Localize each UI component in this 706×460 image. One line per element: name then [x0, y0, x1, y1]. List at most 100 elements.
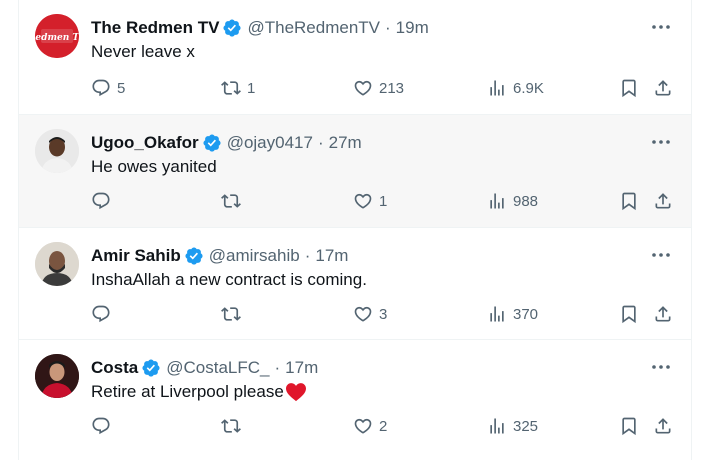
retweet-button[interactable] [221, 302, 247, 326]
avatar[interactable]: Redmen TV [35, 14, 79, 58]
tweet-actions: 1 988 [91, 189, 679, 213]
like-count: 1 [379, 192, 388, 210]
bookmark-icon [622, 192, 636, 211]
redmen-logo-icon: Redmen TV [35, 14, 79, 58]
retweet-count: 1 [247, 79, 256, 97]
analytics-icon [490, 306, 504, 322]
tweet-header: Ugoo_Okafor @ojay0417 · 27m [91, 132, 362, 154]
analytics-icon [490, 193, 504, 209]
svg-text:Redmen TV: Redmen TV [35, 33, 79, 43]
heart-icon [354, 80, 372, 96]
share-icon [655, 80, 671, 96]
verified-badge-icon [142, 359, 160, 377]
user-photo-icon [35, 129, 79, 173]
reply-button[interactable] [91, 414, 117, 438]
retweet-button[interactable]: 1 [221, 76, 255, 100]
analytics-icon [490, 418, 504, 434]
retweet-button[interactable] [221, 189, 247, 213]
reply-icon [92, 305, 110, 323]
user-photo-icon [35, 354, 79, 398]
separator: · [385, 18, 391, 37]
analytics-icon [490, 80, 504, 96]
more-options-icon[interactable] [651, 135, 671, 149]
share-icon [655, 306, 671, 322]
tweet-text: Retire at Liverpool please [91, 382, 307, 402]
views-button[interactable]: 370 [487, 302, 538, 326]
user-handle[interactable]: @CostaLFC_ [166, 358, 269, 378]
share-button[interactable] [653, 414, 673, 438]
views-button[interactable]: 325 [487, 414, 538, 438]
tweet[interactable]: Ugoo_Okafor @ojay0417 · 27m He owes yani… [19, 115, 691, 228]
tweet[interactable]: Amir Sahib @amirsahib · 17m InshaAllah a… [19, 228, 691, 340]
timestamp[interactable]: 17m [285, 358, 318, 378]
retweet-icon [221, 194, 241, 208]
tweet-header: Costa @CostaLFC_ · 17m [91, 357, 318, 379]
heart-icon [354, 418, 372, 434]
tweet-feed: Redmen TV The Redmen TV @TheRedmenTV · 1… [18, 0, 692, 460]
like-button[interactable]: 2 [353, 414, 387, 438]
heart-icon [354, 193, 372, 209]
tweet[interactable]: Redmen TV The Redmen TV @TheRedmenTV · 1… [19, 0, 691, 115]
share-button[interactable] [653, 76, 673, 100]
display-name[interactable]: Ugoo_Okafor [91, 133, 199, 153]
view-count: 988 [513, 192, 539, 210]
user-handle[interactable]: @amirsahib [209, 246, 300, 266]
view-count: 370 [513, 305, 539, 323]
share-button[interactable] [653, 189, 673, 213]
view-count: 6.9K [513, 79, 544, 97]
share-icon [655, 193, 671, 209]
views-button[interactable]: 988 [487, 189, 538, 213]
share-button[interactable] [653, 302, 673, 326]
tweet-text: He owes yanited [91, 157, 217, 176]
red-heart-emoji-icon [285, 383, 306, 402]
view-count: 325 [513, 417, 539, 435]
verified-badge-icon [185, 247, 203, 265]
retweet-icon [221, 307, 241, 321]
bookmark-button[interactable] [619, 189, 639, 213]
display-name[interactable]: Costa [91, 358, 138, 378]
like-count: 3 [379, 305, 388, 323]
retweet-button[interactable] [221, 414, 247, 438]
reply-icon [92, 79, 110, 97]
reply-button[interactable] [91, 189, 117, 213]
user-handle[interactable]: @ojay0417 [227, 133, 313, 153]
reply-button[interactable]: 5 [91, 76, 125, 100]
like-button[interactable]: 1 [353, 189, 387, 213]
reply-count: 5 [117, 79, 126, 97]
user-handle[interactable]: @TheRedmenTV [247, 18, 380, 38]
tweet-actions: 2 325 [91, 414, 679, 438]
display-name[interactable]: Amir Sahib [91, 246, 181, 266]
timestamp[interactable]: 19m [396, 18, 429, 38]
bookmark-icon [622, 417, 636, 436]
share-icon [655, 418, 671, 434]
more-options-icon[interactable] [651, 248, 671, 262]
verified-badge-icon [223, 19, 242, 37]
tweet-text: Never leave x [91, 42, 195, 61]
separator: · [274, 358, 281, 377]
bookmark-button[interactable] [619, 76, 639, 100]
timestamp[interactable]: 27m [329, 133, 362, 153]
tweet-header: Amir Sahib @amirsahib · 17m [91, 245, 348, 267]
tweet[interactable]: Costa @CostaLFC_ · 17m Retire at Liverpo… [19, 340, 691, 460]
tweet-header: The Redmen TV @TheRedmenTV · 19m [91, 17, 429, 39]
avatar[interactable] [35, 129, 79, 173]
reply-icon [92, 417, 110, 435]
bookmark-icon [622, 79, 636, 98]
tweet-actions: 5 1 213 6.9K [91, 76, 679, 100]
retweet-icon [221, 419, 241, 433]
more-options-icon[interactable] [651, 20, 671, 34]
display-name[interactable]: The Redmen TV [91, 18, 219, 38]
tweet-text-content: Retire at Liverpool please [91, 382, 284, 401]
timestamp[interactable]: 17m [315, 246, 348, 266]
reply-button[interactable] [91, 302, 117, 326]
bookmark-button[interactable] [619, 414, 639, 438]
more-options-icon[interactable] [651, 360, 671, 374]
like-button[interactable]: 213 [353, 76, 404, 100]
avatar[interactable] [35, 242, 79, 286]
views-button[interactable]: 6.9K [487, 76, 544, 100]
avatar[interactable] [35, 354, 79, 398]
like-button[interactable]: 3 [353, 302, 387, 326]
verified-badge-icon [203, 134, 221, 152]
heart-icon [354, 306, 372, 322]
bookmark-button[interactable] [619, 302, 639, 326]
